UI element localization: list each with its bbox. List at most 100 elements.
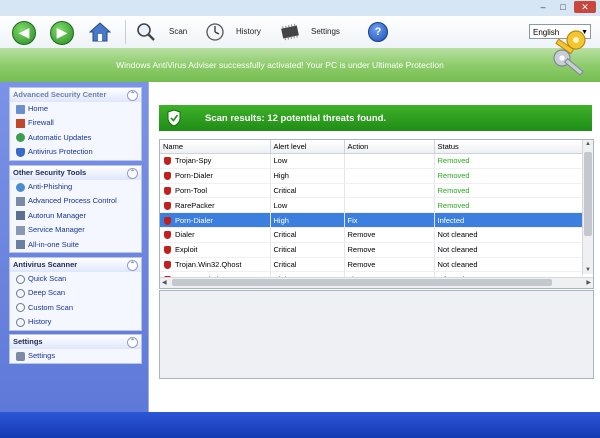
collapse-icon[interactable]: ⌃ (127, 90, 138, 101)
sidebar-item-label: Settings (28, 351, 56, 360)
column-header-action[interactable]: Action (344, 140, 435, 154)
sidebar-item-deep-scan[interactable]: Deep Scan (10, 286, 141, 300)
panel-header[interactable]: Settings ⌃ (10, 335, 141, 349)
sidebar-item-automatic-updates[interactable]: Automatic Updates (10, 131, 141, 145)
scroll-thumb[interactable] (172, 279, 552, 286)
sidebar-item-home[interactable]: Home (10, 102, 141, 116)
sidebar-item-anti-phishing[interactable]: Anti-Phishing (10, 180, 141, 194)
cell-action: Fix (344, 212, 435, 228)
toolbar: ◀ ▶ Scan History Settings ? English ▼ (0, 16, 600, 49)
sidebar-item-label: History (28, 317, 52, 327)
sidebar-item-quick-scan[interactable]: Quick Scan (10, 272, 141, 286)
table-row[interactable]: Porn-Dialer High Fix Infected (160, 212, 583, 228)
cell-name: RarePacker (160, 197, 271, 214)
horizontal-scrollbar[interactable]: ◀ ▶ (160, 277, 593, 288)
magnifier-icon (16, 303, 25, 313)
forward-button[interactable]: ▶ (50, 21, 74, 45)
table-row[interactable]: Dialer Critical Remove Not cleaned (160, 227, 583, 243)
collapse-icon[interactable]: ⌃ (127, 260, 138, 271)
vertical-scrollbar[interactable]: ▲ ▼ (582, 140, 593, 274)
cell-alert: Critical (270, 183, 345, 199)
cell-text: Low (273, 156, 288, 166)
panel-title: Antivirus Scanner (13, 260, 78, 269)
sidebar-item-custom-scan[interactable]: Custom Scan (10, 301, 141, 315)
panel-header[interactable]: Other Security Tools ⌃ (10, 166, 141, 180)
main-panel: Scan results: 12 potential threats found… (148, 82, 600, 412)
scroll-thumb[interactable] (584, 152, 592, 236)
minimize-button[interactable]: – (535, 1, 551, 13)
shield-icon (16, 147, 25, 157)
sidebar-item-settings[interactable]: Settings (10, 349, 141, 363)
collapse-icon[interactable]: ⌃ (127, 168, 138, 179)
cell-text: Removed (437, 156, 470, 166)
cell-text: Critical (273, 185, 297, 195)
panel-antivirus-scanner: Antivirus Scanner ⌃ Quick Scan Deep Scan… (9, 257, 142, 331)
threat-icon (164, 231, 171, 240)
activation-banner: Windows AntiVirus Adviser successfully a… (0, 48, 600, 82)
table-row[interactable]: Trojan-Spy Low Removed (160, 153, 583, 169)
chip-icon[interactable] (279, 22, 301, 42)
scroll-down-icon[interactable]: ▼ (585, 267, 591, 273)
sidebar-item-all-in-one[interactable]: All-in-one Suite (10, 238, 141, 252)
threats-table: Name Alert level Action Status Trojan-Sp… (159, 139, 594, 289)
sidebar-item-label: Firewall (28, 118, 54, 128)
cell-alert: Low (270, 197, 345, 214)
column-header-name[interactable]: Name (160, 140, 271, 154)
scroll-left-icon[interactable]: ◀ (162, 279, 167, 286)
help-icon[interactable]: ? (368, 22, 388, 42)
sidebar-item-label: Custom Scan (28, 302, 74, 312)
cell-text: Removed (437, 171, 470, 181)
home-icon (16, 104, 25, 114)
sidebar-item-label: Deep Scan (28, 288, 66, 298)
cell-text: Critical (273, 245, 297, 255)
clock-icon[interactable] (205, 22, 225, 42)
panel-settings: Settings ⌃ Settings (9, 334, 142, 365)
close-button[interactable]: ✕ (574, 1, 596, 13)
table-row[interactable]: Porn-Tool Critical Removed (160, 183, 583, 199)
banner-text: Windows AntiVirus Adviser successfully a… (116, 60, 444, 70)
autorun-icon (16, 211, 25, 221)
collapse-icon[interactable]: ⌃ (127, 337, 138, 348)
arrow-right-icon: ▶ (56, 24, 68, 40)
cell-action (344, 168, 435, 184)
maximize-button[interactable]: □ (555, 1, 571, 13)
cell-text: Removed (437, 185, 470, 195)
column-header-alert-level[interactable]: Alert level (270, 140, 345, 154)
history-button[interactable]: History (236, 27, 261, 36)
cell-text: Remove (347, 245, 376, 255)
sidebar-item-label: Advanced Process Control (28, 196, 117, 206)
cell-text: Trojan-Spy (175, 156, 212, 166)
toolbar-separator (125, 20, 126, 44)
sidebar-item-process-control[interactable]: Advanced Process Control (10, 194, 141, 208)
clock-icon (16, 317, 25, 327)
panel-header[interactable]: Antivirus Scanner ⌃ (10, 258, 141, 272)
sidebar-item-antivirus-protection[interactable]: Antivirus Protection (10, 145, 141, 159)
sidebar-item-history[interactable]: History (10, 315, 141, 329)
column-header-status[interactable]: Status (434, 140, 583, 154)
magnifier-icon[interactable] (136, 22, 156, 42)
cell-name: Trojan-Spy (160, 153, 271, 169)
cell-text: Porn-Dialer (175, 171, 213, 181)
hook-icon (16, 182, 25, 192)
panel-header[interactable]: Advanced Security Center ⌃ (10, 88, 141, 102)
sidebar: Advanced Security Center ⌃ Home Firewall… (0, 82, 148, 412)
table-row[interactable]: Porn-Dialer High Removed (160, 168, 583, 184)
table-row[interactable]: RarePacker Low Removed (160, 197, 583, 214)
scan-button[interactable]: Scan (169, 27, 187, 36)
arrow-left-icon: ◀ (18, 24, 30, 40)
home-icon[interactable] (89, 22, 111, 42)
cell-text: Critical (273, 230, 297, 240)
sidebar-item-firewall[interactable]: Firewall (10, 116, 141, 130)
cell-action (344, 197, 435, 214)
table-header-row: Name Alert level Action Status (160, 140, 583, 154)
scroll-right-icon[interactable]: ▶ (586, 279, 591, 286)
scroll-up-icon[interactable]: ▲ (585, 141, 591, 147)
back-button[interactable]: ◀ (12, 21, 36, 45)
sidebar-item-autorun-manager[interactable]: Autorun Manager (10, 209, 141, 223)
sidebar-item-service-manager[interactable]: Service Manager (10, 223, 141, 237)
table-row[interactable]: Trojan.Win32.Qhost Critical Remove Not clea… (160, 257, 583, 273)
table-row[interactable]: Exploit Critical Remove Not cleaned (160, 242, 583, 258)
settings-button[interactable]: Settings (311, 27, 340, 36)
cell-text: Porn-Tool (175, 185, 208, 195)
cell-name: Porn-Dialer (160, 168, 271, 184)
